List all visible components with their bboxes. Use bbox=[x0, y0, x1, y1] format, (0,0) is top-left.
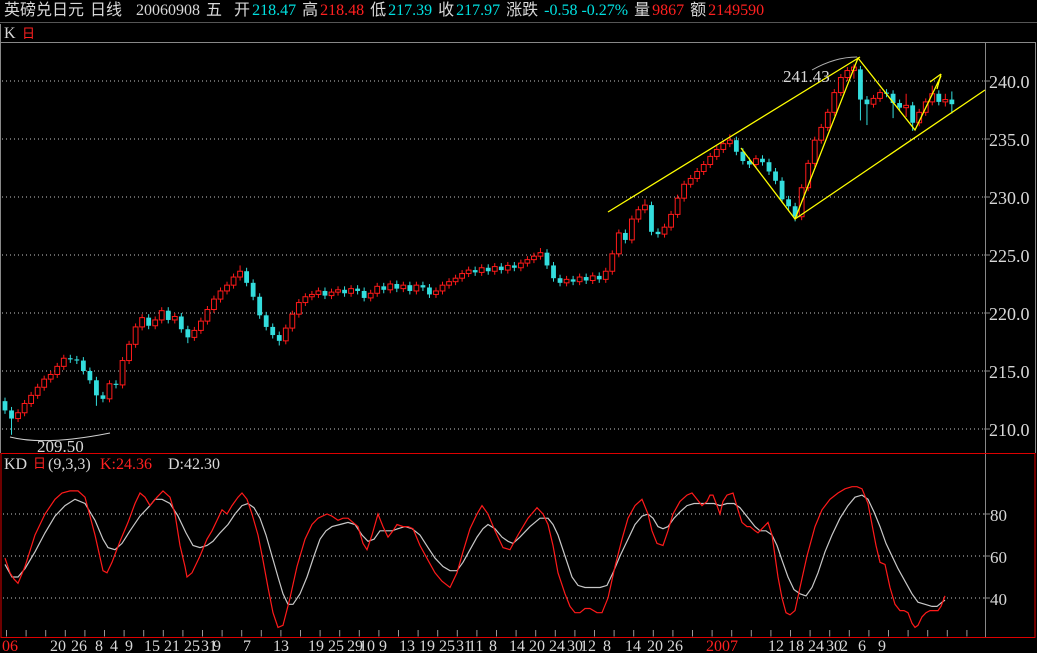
price-axis-label: 225.0 bbox=[989, 246, 1030, 266]
date-label[interactable]: 2007 bbox=[706, 638, 738, 653]
date-label[interactable]: 10 bbox=[359, 638, 375, 653]
kd-plot[interactable] bbox=[2, 472, 985, 632]
kd-axis-label: 60 bbox=[990, 548, 1007, 567]
date-label[interactable]: 2 bbox=[840, 638, 848, 653]
price-axis-label: 215.0 bbox=[989, 362, 1030, 382]
date-label[interactable]: 9 bbox=[878, 638, 886, 653]
date-label[interactable]: 8 bbox=[95, 638, 103, 653]
date-label[interactable]: 25 bbox=[184, 638, 200, 653]
date-label[interactable]: 9 bbox=[213, 638, 221, 653]
date-label[interactable]: 20 bbox=[529, 638, 545, 653]
date-label[interactable]: 13 bbox=[273, 638, 289, 653]
date-label[interactable]: 6 bbox=[858, 638, 866, 653]
date-label[interactable]: 25 bbox=[328, 638, 344, 653]
date-label[interactable]: 26 bbox=[71, 638, 87, 653]
date-label[interactable]: 9 bbox=[379, 638, 387, 653]
date-label[interactable]: 8 bbox=[603, 638, 611, 653]
date-label[interactable]: 4 bbox=[110, 638, 118, 653]
date-label[interactable]: 19 bbox=[419, 638, 435, 653]
date-label[interactable]: 20 bbox=[50, 638, 66, 653]
chart-canvas[interactable]: 240.0235.0230.0225.0220.0215.0210.0K日KD日… bbox=[0, 0, 1037, 653]
price-axis-label: 230.0 bbox=[989, 188, 1030, 208]
price-axis-label: 210.0 bbox=[989, 420, 1030, 440]
date-label[interactable]: 21 bbox=[164, 638, 180, 653]
date-label[interactable]: 25 bbox=[439, 638, 455, 653]
kd-axis-label: 40 bbox=[990, 590, 1007, 609]
main-pane-indicator-label[interactable]: K bbox=[4, 25, 16, 42]
kd-indicator-label[interactable]: KD bbox=[4, 456, 27, 473]
date-label[interactable]: 12 bbox=[768, 638, 784, 653]
kd-axis-label: 80 bbox=[990, 506, 1007, 525]
price-axis-label: 240.0 bbox=[989, 72, 1030, 92]
kd-params-label: (9,3,3) bbox=[48, 456, 91, 473]
main-pane-period-badge[interactable]: 日 bbox=[22, 26, 35, 41]
price-axis-label: 220.0 bbox=[989, 304, 1030, 324]
date-label[interactable]: 8 bbox=[489, 638, 497, 653]
date-label[interactable]: 7 bbox=[243, 638, 251, 653]
kd-k-value: K:24.36 bbox=[100, 456, 152, 473]
kd-d-value: D:42.30 bbox=[168, 456, 220, 473]
date-label[interactable]: 9 bbox=[125, 638, 133, 653]
date-label[interactable]: 12 bbox=[580, 638, 596, 653]
high-annotation: 241.43 bbox=[783, 67, 830, 86]
date-label[interactable]: 19 bbox=[308, 638, 324, 653]
date-label[interactable]: 14 bbox=[625, 638, 641, 653]
date-label[interactable]: 26 bbox=[667, 638, 683, 653]
main-chart-plot[interactable] bbox=[1, 43, 985, 453]
kd-period-badge[interactable]: 日 bbox=[33, 456, 46, 471]
date-label[interactable]: 14 bbox=[509, 638, 525, 653]
date-axis: 0620268491521253197131925291091319253111… bbox=[2, 630, 967, 653]
price-axis-label: 235.0 bbox=[989, 130, 1030, 150]
date-label[interactable]: 20 bbox=[647, 638, 663, 653]
chart-application-window: 英磅兑日元 日线 20060908 五 开218.47 高218.48 低217… bbox=[0, 0, 1037, 653]
date-label[interactable]: 11 bbox=[468, 638, 483, 653]
date-label[interactable]: 18 bbox=[788, 638, 804, 653]
date-label[interactable]: 06 bbox=[2, 638, 18, 653]
date-label[interactable]: 24 bbox=[808, 638, 824, 653]
date-label[interactable]: 13 bbox=[399, 638, 415, 653]
date-label[interactable]: 15 bbox=[144, 638, 160, 653]
date-label[interactable]: 24 bbox=[549, 638, 565, 653]
low-annotation: 209.50 bbox=[37, 437, 84, 456]
